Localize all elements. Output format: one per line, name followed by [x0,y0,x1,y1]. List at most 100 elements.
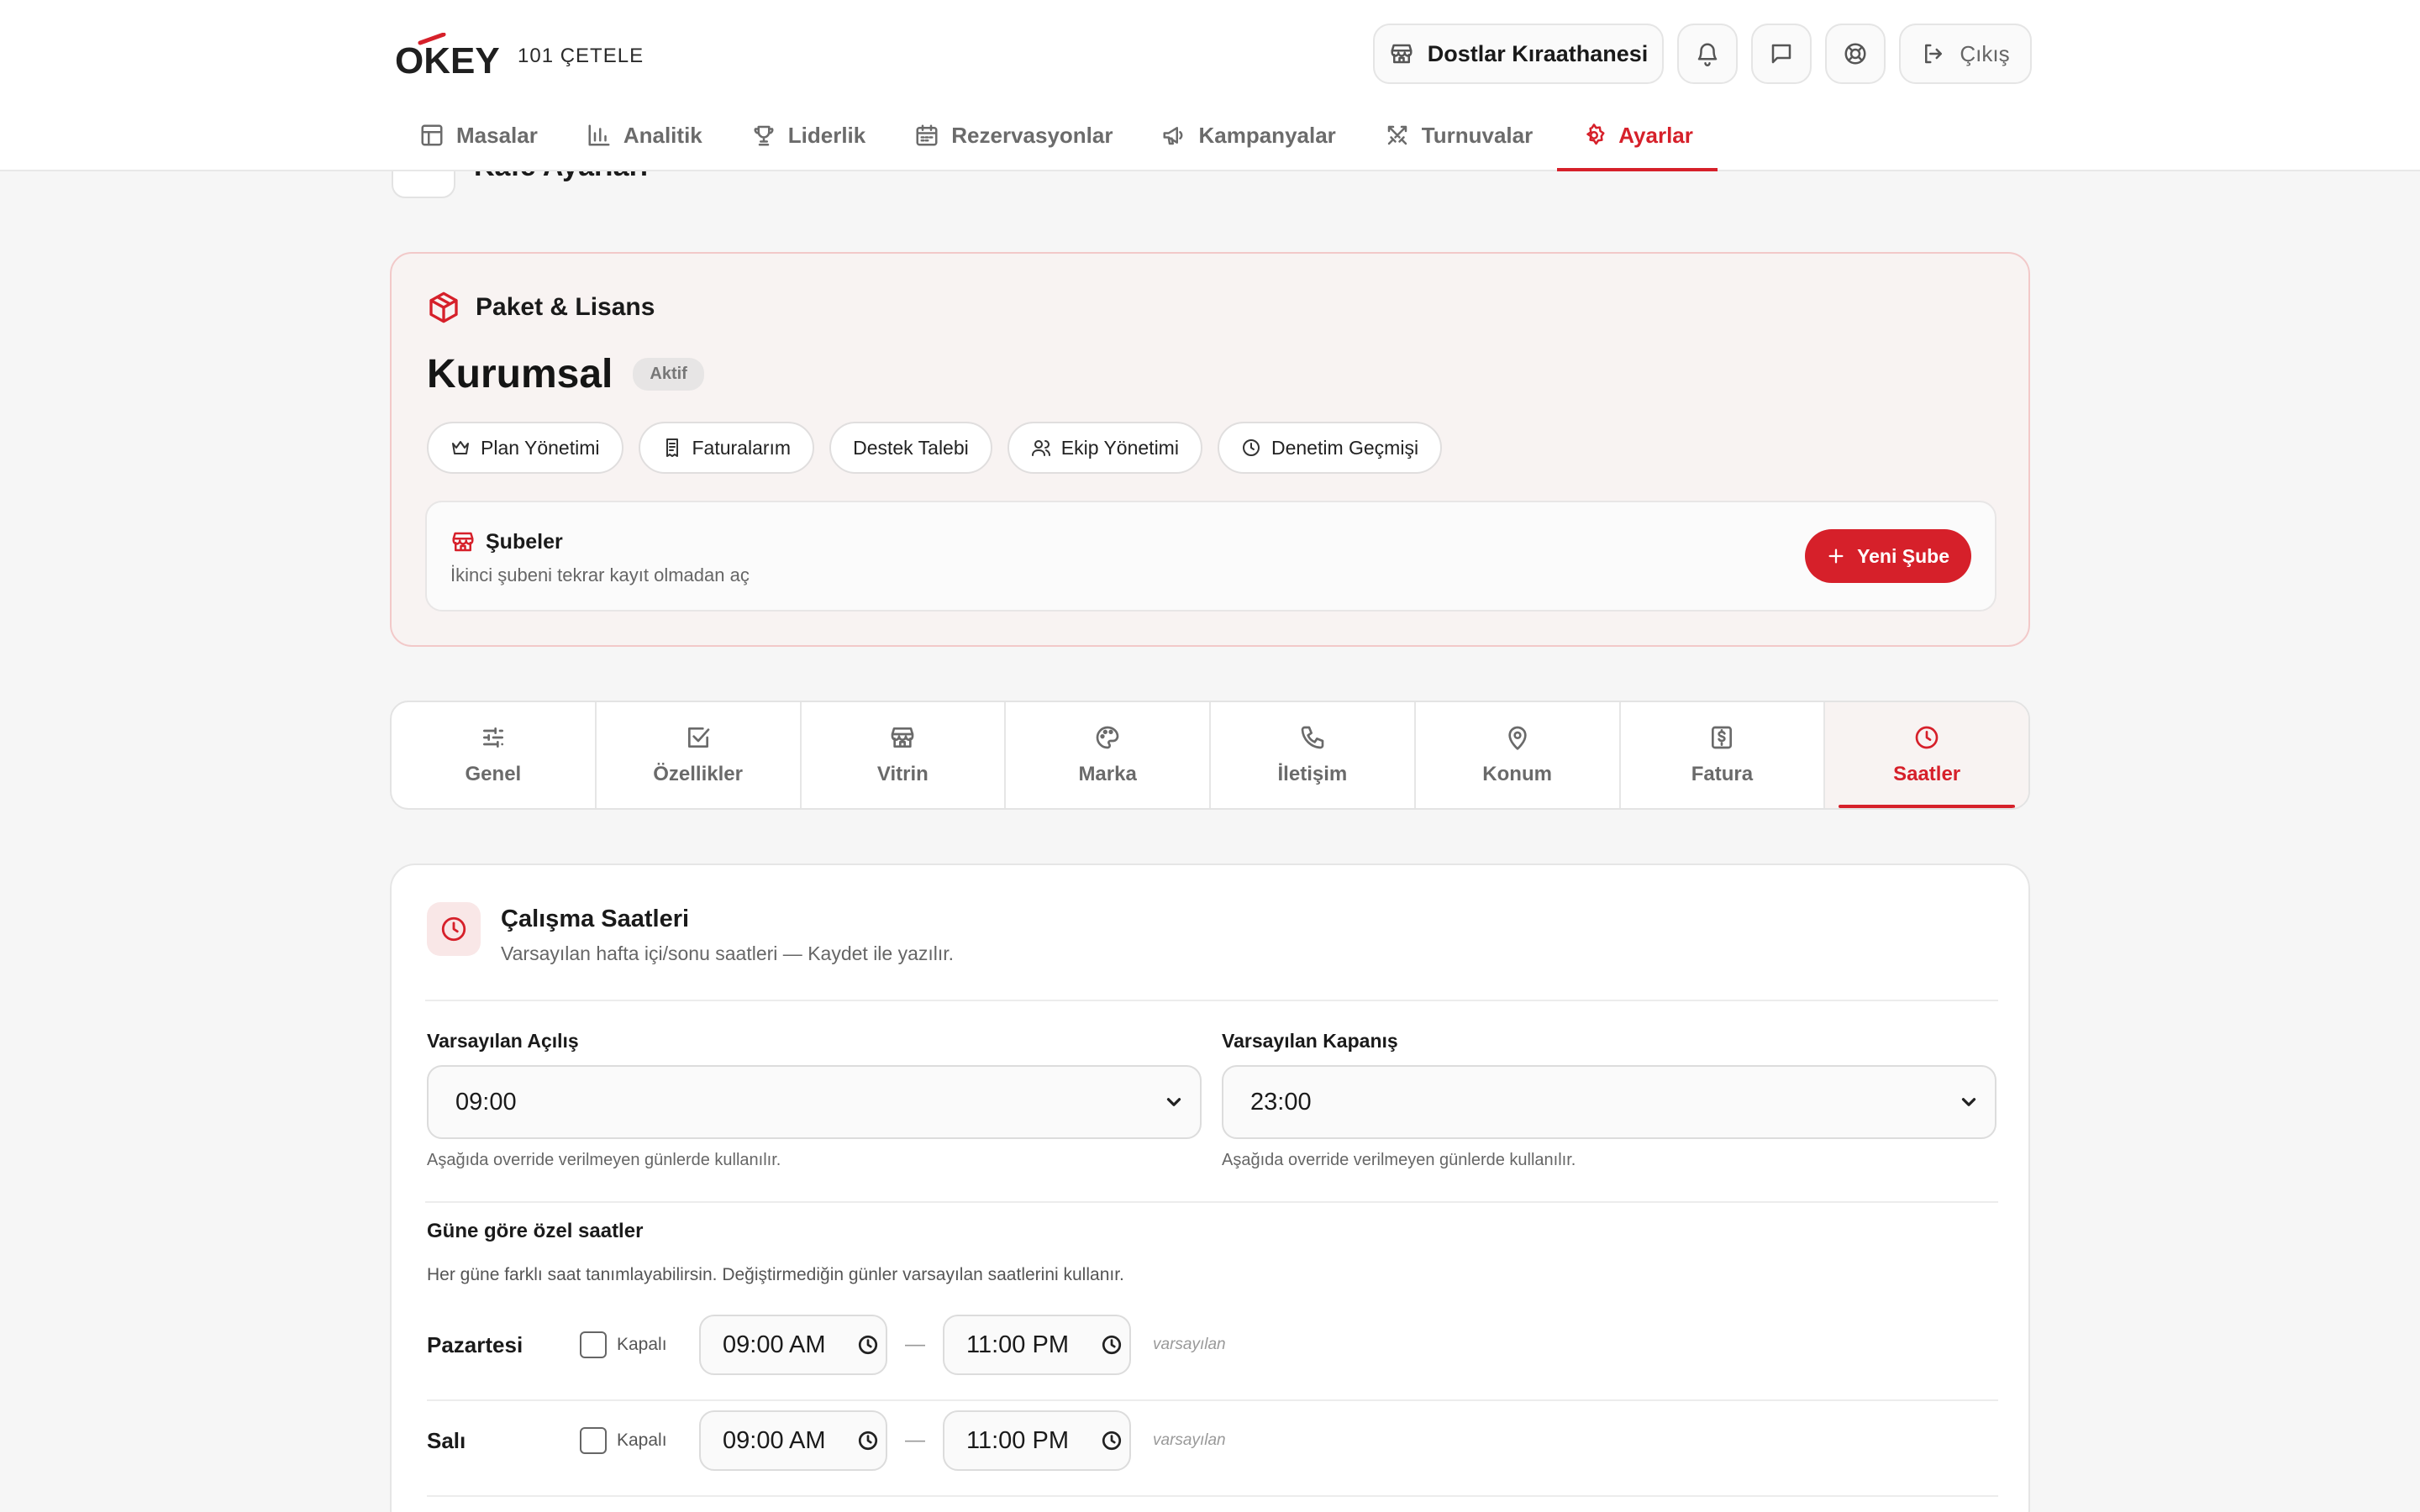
close-time-input[interactable]: 11:00 PM [943,1410,1131,1471]
help-button[interactable] [1825,24,1886,84]
top-header: OKEY 101 ÇETELE Dostlar Kıraathanesi Çık… [0,0,2420,171]
default-close-label: Varsayılan Kapanış [1222,1030,1398,1052]
app-logo[interactable]: OKEY 101 ÇETELE [395,30,644,82]
nav-item-masalar[interactable]: Masalar [395,118,562,171]
tab-fatura[interactable]: Fatura [1621,702,1826,808]
chevron-down-icon [1166,1098,1181,1106]
palette-icon [1096,726,1119,749]
override-description: Her güne farklı saat tanımlayabilirsin. … [427,1265,1124,1284]
select-value: 09:00 [455,1088,517,1116]
nav-item-label: Turnuvalar [1421,123,1534,148]
chip-label: Faturalarım [692,436,792,459]
closed-toggle[interactable]: Kapalı [580,1427,699,1454]
tab-iletisim[interactable]: İletişim [1211,702,1416,808]
closed-label: Kapalı [617,1431,667,1450]
tab-ozellikler[interactable]: Özellikler [597,702,802,808]
nav-item-label: Rezervasyonlar [951,123,1113,148]
license-card: Paket & Lisans Kurumsal Aktif Plan Yönet… [390,252,2030,647]
tab-label: Marka [1078,763,1137,785]
plan-name: Kurumsal [427,352,613,396]
nav-item-label: Masalar [456,123,538,148]
bell-icon [1697,43,1718,66]
megaphone-icon [1163,127,1183,145]
users-icon [1031,440,1050,456]
tab-label: Fatura [1691,763,1754,785]
default-open-hint: Aşağıda override verilmeyen günlerde kul… [427,1151,781,1169]
branches-box: Şubeler İkinci şubeni tekrar kayıt olmad… [425,501,1996,612]
nav-item-liderlik[interactable]: Liderlik [727,118,890,171]
nav-item-turnuvalar[interactable]: Turnuvalar [1360,118,1557,171]
range-separator: — [905,1333,925,1356]
team-management-button[interactable]: Ekip Yönetimi [1007,422,1202,474]
clock-icon [1915,726,1939,749]
chat-icon [1771,44,1791,64]
phone-icon [1301,726,1324,749]
gear-icon [1586,123,1605,145]
tab-genel[interactable]: Genel [392,702,597,808]
tab-label: Vitrin [876,763,929,785]
logout-label: Çıkış [1960,40,2010,66]
time-value: 11:00 PM [966,1426,1069,1454]
license-actions: Plan Yönetimi Faturalarım Destek Talebi … [427,422,1443,474]
clock-icon[interactable] [1101,1334,1123,1356]
tab-saatler[interactable]: Saatler [1825,702,2028,808]
logo-subtitle: 101 ÇETELE [518,45,644,67]
plan-management-button[interactable]: Plan Yönetimi [427,422,623,474]
svg-text:OKEY: OKEY [395,40,500,80]
store-icon [892,727,914,748]
nav-item-kampanyalar[interactable]: Kampanyalar [1137,118,1360,171]
clock-icon[interactable] [1101,1430,1123,1452]
nav-item-analitik[interactable]: Analitik [562,118,727,171]
receipt-icon [666,438,678,457]
default-tag: varsayılan [1153,1431,1226,1449]
default-tag: varsayılan [1153,1336,1226,1353]
new-branch-button[interactable]: Yeni Şube [1805,529,1971,583]
sliders-icon [482,727,503,748]
venue-switcher-button[interactable]: Dostlar Kıraathanesi [1373,24,1664,84]
override-title: Güne göre özel saatler [427,1220,644,1242]
range-separator: — [905,1429,925,1452]
clock-icon [441,916,466,942]
main-nav: Masalar Analitik Liderlik Rezervasyonlar… [395,118,1718,171]
clock-icon[interactable] [857,1334,879,1356]
invoices-button[interactable]: Faturalarım [638,422,815,474]
messages-button[interactable] [1751,24,1812,84]
trophy-icon [754,125,774,146]
close-time-input[interactable]: 11:00 PM [943,1315,1131,1375]
venue-name: Dostlar Kıraathanesi [1427,40,1649,66]
chip-label: Plan Yönetimi [481,436,600,459]
settings-tabs: Genel Özellikler Vitrin Marka İletişim K… [390,701,2030,810]
logout-button[interactable]: Çıkış [1899,24,2032,84]
package-icon [429,291,458,323]
working-hours-card: Çalışma Saatleri Varsayılan hafta içi/so… [390,864,2030,1512]
chip-label: Ekip Yönetimi [1060,436,1179,459]
chip-label: Denetim Geçmişi [1270,436,1419,459]
day-name: Pazartesi [427,1331,523,1357]
tab-konum[interactable]: Konum [1416,702,1621,808]
okey-logo-mark: OKEY [395,33,500,80]
closed-toggle[interactable]: Kapalı [580,1331,699,1358]
logout-icon [1925,44,1943,64]
default-open-select[interactable]: 09:00 [427,1065,1202,1139]
closed-checkbox[interactable] [580,1331,607,1358]
support-request-button[interactable]: Destek Talebi [829,422,992,474]
closed-checkbox[interactable] [580,1427,607,1454]
nav-item-ayarlar[interactable]: Ayarlar [1557,118,1718,171]
tab-marka[interactable]: Marka [1006,702,1211,808]
audit-history-button[interactable]: Denetim Geçmişi [1217,422,1443,474]
table-icon [421,124,443,146]
license-heading: Paket & Lisans [427,291,655,324]
clock-icon[interactable] [857,1430,879,1452]
open-time-input[interactable]: 09:00 AM [699,1315,887,1375]
tab-label: Genel [465,763,522,785]
open-time-input[interactable]: 09:00 AM [699,1410,887,1471]
bar-chart-icon [588,124,610,146]
clock-icon [1242,439,1260,456]
closed-label: Kapalı [617,1335,667,1354]
nav-item-rezervasyonlar[interactable]: Rezervasyonlar [890,118,1137,171]
notifications-button[interactable] [1677,24,1738,84]
default-close-select[interactable]: 23:00 [1222,1065,1996,1139]
tab-vitrin[interactable]: Vitrin [802,702,1007,808]
new-branch-label: Yeni Şube [1857,544,1949,567]
time-value: 09:00 AM [723,1426,826,1454]
